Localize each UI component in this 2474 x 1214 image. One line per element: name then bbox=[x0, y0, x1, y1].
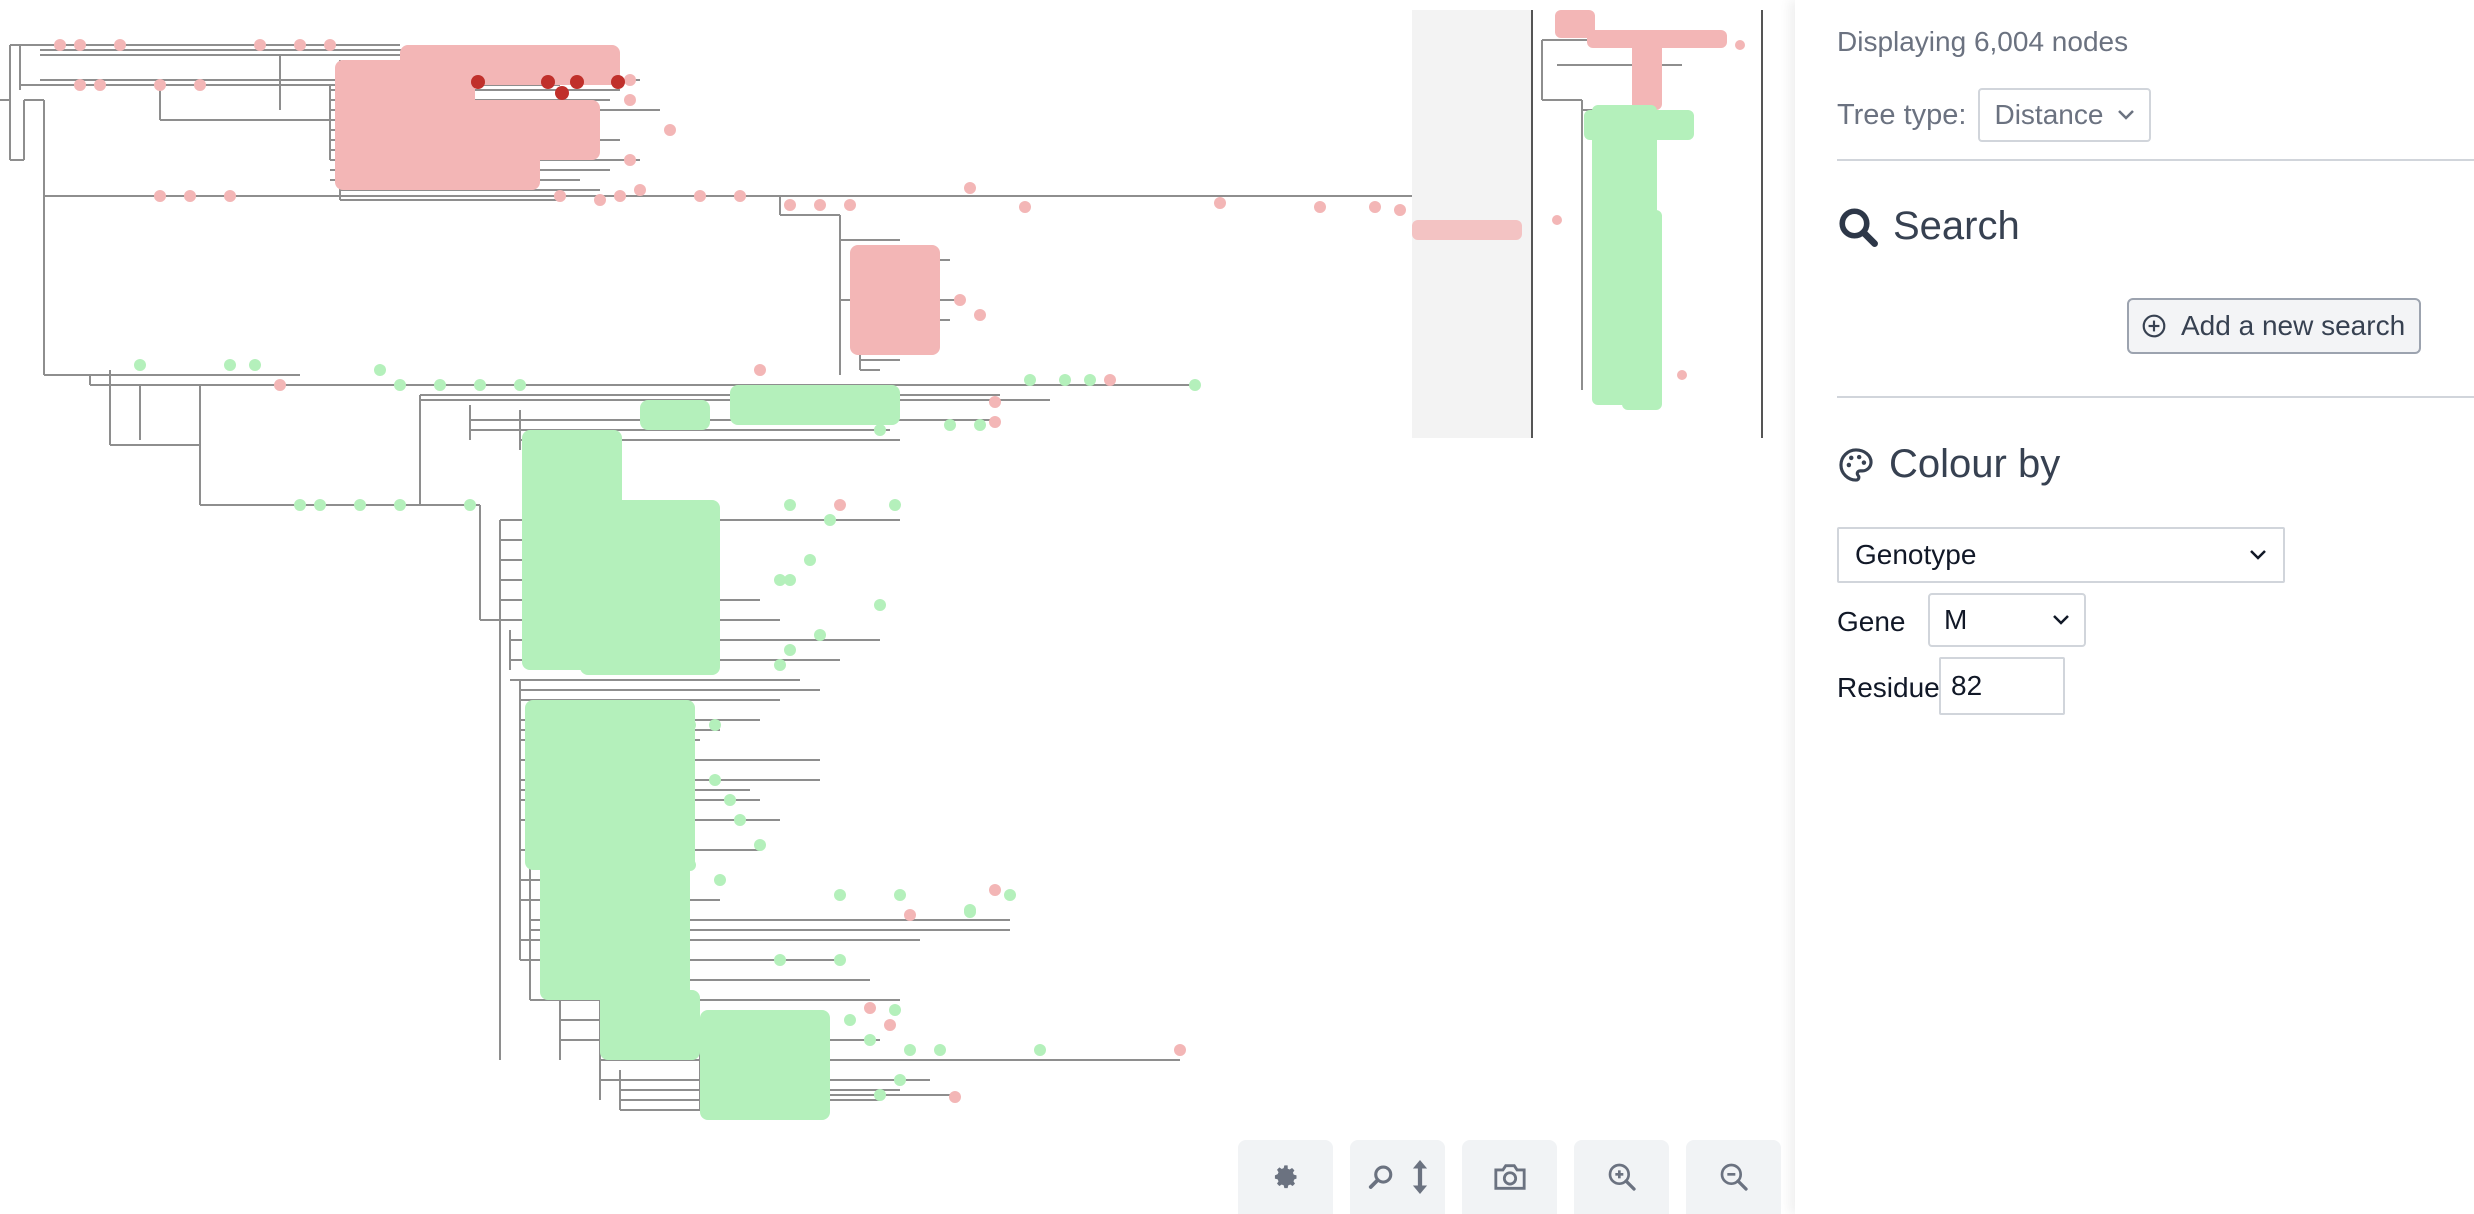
residue-label: Residue bbox=[1837, 672, 1940, 703]
zoom-out-icon bbox=[1720, 1163, 1748, 1191]
search-zoom-vertical-button[interactable] bbox=[1350, 1140, 1445, 1214]
screenshot-button[interactable] bbox=[1462, 1140, 1557, 1214]
zoom-out-button[interactable] bbox=[1686, 1140, 1781, 1214]
residue-input[interactable] bbox=[1939, 657, 2065, 715]
colour-by-heading-label: Colour by bbox=[1889, 442, 2061, 486]
camera-icon bbox=[1493, 1164, 1526, 1190]
node-count: Displaying 6,004 nodes bbox=[1837, 26, 2129, 57]
minimap-canvas bbox=[1412, 10, 1763, 438]
tree-type-label: Tree type: bbox=[1837, 98, 1967, 131]
colour-by-heading: Colour by bbox=[1837, 442, 2060, 487]
divider bbox=[1837, 396, 2474, 398]
zoom-in-button[interactable] bbox=[1574, 1140, 1669, 1214]
chevron-down-icon bbox=[2250, 550, 2266, 560]
tree-type-select[interactable]: Distance bbox=[1978, 88, 2152, 142]
settings-button[interactable] bbox=[1238, 1140, 1333, 1214]
tree-viewer[interactable] bbox=[0, 0, 1795, 1214]
tree-type-row: Tree type: Distance bbox=[1837, 88, 2152, 142]
tree-type-value: Distance bbox=[1994, 99, 2104, 130]
chevron-down-icon bbox=[2118, 110, 2135, 120]
search-heading: Search bbox=[1837, 204, 2020, 249]
search-icon bbox=[1368, 1165, 1392, 1189]
add-search-label: Add a new search bbox=[2181, 310, 2406, 341]
zoom-in-icon bbox=[1608, 1163, 1636, 1191]
gene-select[interactable]: M bbox=[1928, 593, 2086, 647]
side-panel: Displaying 6,004 nodes Tree type: Distan… bbox=[1795, 0, 2474, 1214]
divider bbox=[1837, 159, 2474, 161]
plus-circle-icon bbox=[2142, 314, 2166, 338]
tree-minimap[interactable] bbox=[1412, 10, 1777, 438]
tree-toolbar bbox=[1238, 1140, 1781, 1214]
colour-by-select[interactable]: Genotype bbox=[1837, 527, 2285, 583]
gene-label: Gene bbox=[1837, 606, 1906, 637]
vertical-arrows-icon bbox=[1412, 1160, 1427, 1194]
search-heading-label: Search bbox=[1893, 204, 2020, 248]
add-search-button[interactable]: Add a new search bbox=[2127, 298, 2422, 354]
chevron-down-icon bbox=[2053, 615, 2069, 625]
gene-value: M bbox=[1944, 604, 1968, 635]
colour-by-value: Genotype bbox=[1855, 539, 1977, 570]
search-icon bbox=[1839, 207, 1878, 247]
palette-icon bbox=[1839, 447, 1873, 482]
gear-icon bbox=[1274, 1165, 1296, 1189]
